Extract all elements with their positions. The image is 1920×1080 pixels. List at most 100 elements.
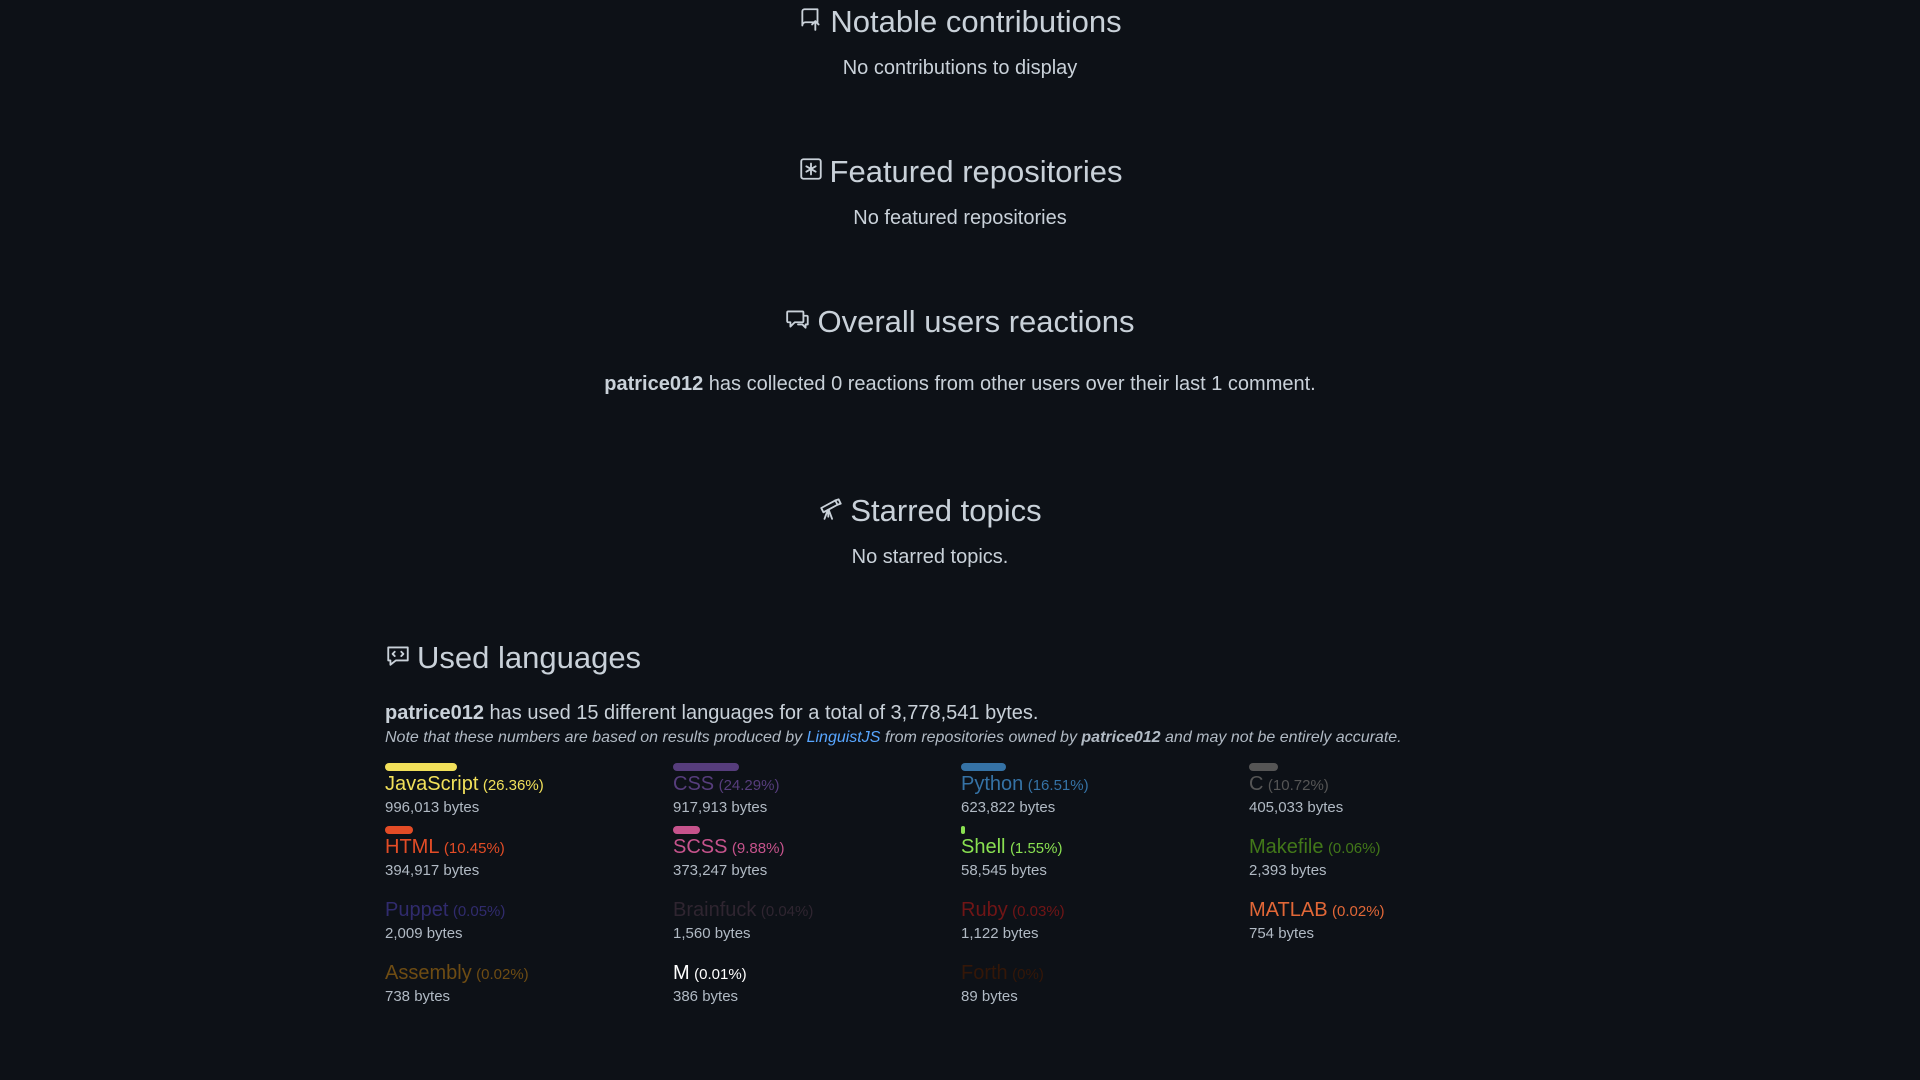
- languages-note: Note that these numbers are based on res…: [385, 729, 1535, 747]
- language-bytes: 754 bytes: [1249, 925, 1315, 942]
- language-item: Shell (1.55%) 58,545 bytes: [961, 826, 1249, 879]
- language-percent: (0.02%): [476, 966, 529, 983]
- used-languages-section: Used languages patrice012 has used 15 di…: [385, 640, 1537, 1005]
- language-bar: [961, 763, 1006, 771]
- language-bytes: 738 bytes: [385, 988, 451, 1005]
- language-percent: (10.72%): [1267, 777, 1329, 794]
- language-name: M: [673, 962, 690, 984]
- language-name: Forth: [961, 962, 1008, 984]
- language-bytes: 58,545 bytes: [961, 862, 1047, 879]
- language-item: SCSS (9.88%) 373,247 bytes: [673, 826, 961, 879]
- language-bar: [1249, 763, 1278, 771]
- notable-contributions-title: Notable contributions: [830, 4, 1122, 39]
- used-languages-heading: Used languages: [385, 640, 1535, 676]
- starred-topics-heading: Starred topics: [818, 493, 1042, 528]
- language-percent: (26.36%): [482, 777, 544, 794]
- code-square-icon: [385, 640, 411, 676]
- note-prefix: Note that these numbers are based on res…: [385, 729, 807, 746]
- star-box-icon: [798, 156, 824, 187]
- language-name: Shell: [961, 836, 1006, 858]
- reactions-description: has collected 0 reactions from other use…: [703, 373, 1316, 395]
- language-bytes: 386 bytes: [673, 988, 739, 1005]
- reactions-title: Overall users reactions: [817, 304, 1135, 339]
- language-percent: (0.06%): [1327, 840, 1381, 857]
- language-percent: (10.45%): [443, 840, 505, 857]
- telescope-icon: [818, 495, 844, 526]
- language-item: CSS (24.29%) 917,913 bytes: [673, 763, 961, 816]
- language-percent: (0.05%): [452, 903, 506, 920]
- language-item: HTML (10.45%) 394,917 bytes: [385, 826, 673, 879]
- language-name: Ruby: [961, 899, 1008, 921]
- language-bar: [385, 826, 413, 834]
- language-percent: (0%): [1012, 966, 1044, 983]
- note-username: patrice012: [1081, 729, 1161, 746]
- language-name: Python: [961, 773, 1024, 795]
- reactions-text: patrice012 has collected 0 reactions fro…: [0, 373, 1920, 396]
- language-bytes: 1,560 bytes: [673, 925, 751, 942]
- featured-repositories-empty: No featured repositories: [853, 207, 1067, 229]
- language-item: Brainfuck (0.04%) 1,560 bytes: [673, 889, 961, 942]
- note-suffix: and may not be entirely accurate.: [1160, 729, 1402, 746]
- language-percent: (24.29%): [718, 777, 780, 794]
- reactions-section: Overall users reactions patrice012 has c…: [0, 306, 1920, 396]
- reactions-username: patrice012: [604, 373, 704, 395]
- featured-repositories-section: Featured repositories No featured reposi…: [0, 156, 1920, 230]
- language-bar: [673, 763, 739, 771]
- language-bytes: 405,033 bytes: [1249, 799, 1344, 816]
- language-item: MATLAB (0.02%) 754 bytes: [1249, 889, 1537, 942]
- language-bar: [961, 826, 965, 834]
- language-percent: (1.55%): [1009, 840, 1063, 857]
- language-name: CSS: [673, 773, 715, 795]
- language-item: Ruby (0.03%) 1,122 bytes: [961, 889, 1249, 942]
- featured-repositories-title: Featured repositories: [829, 154, 1123, 189]
- language-bytes: 394,917 bytes: [385, 862, 480, 879]
- starred-topics-section: Starred topics No starred topics.: [0, 495, 1860, 569]
- language-percent: (16.51%): [1027, 777, 1089, 794]
- starred-topics-title: Starred topics: [850, 493, 1042, 528]
- language-bytes: 917,913 bytes: [673, 799, 768, 816]
- language-percent: (0.04%): [760, 903, 814, 920]
- used-languages-title: Used languages: [417, 640, 642, 675]
- language-item: M (0.01%) 386 bytes: [673, 952, 961, 1005]
- language-percent: (0.03%): [1012, 903, 1065, 920]
- repo-push-icon: [798, 6, 824, 37]
- language-percent: (0.02%): [1332, 903, 1385, 920]
- language-name: Puppet: [385, 899, 449, 921]
- languages-summary: patrice012 has used 15 different languag…: [385, 702, 1535, 725]
- featured-repositories-heading: Featured repositories: [798, 154, 1123, 189]
- language-percent: (0.01%): [694, 966, 747, 983]
- language-bar: [385, 763, 457, 771]
- notable-contributions-empty: No contributions to display: [842, 57, 1078, 79]
- language-bytes: 89 bytes: [961, 988, 1018, 1005]
- languages-username: patrice012: [385, 702, 484, 724]
- language-name: Brainfuck: [673, 899, 757, 921]
- language-name: JavaScript: [385, 773, 479, 795]
- notable-contributions-heading: Notable contributions: [798, 4, 1122, 39]
- language-percent: (9.88%): [731, 840, 785, 857]
- language-bytes: 2,393 bytes: [1249, 862, 1327, 879]
- language-item: Python (16.51%) 623,822 bytes: [961, 763, 1249, 816]
- language-item: Assembly (0.02%) 738 bytes: [385, 952, 673, 1005]
- language-name: SCSS: [673, 836, 728, 858]
- language-name: Makefile: [1249, 836, 1324, 858]
- language-name: HTML: [385, 836, 440, 858]
- note-middle: from repositories owned by: [880, 729, 1082, 746]
- reactions-heading: Overall users reactions: [785, 304, 1135, 339]
- language-bytes: 1,122 bytes: [961, 925, 1039, 942]
- notable-contributions-section: Notable contributions No contributions t…: [0, 6, 1920, 80]
- languages-summary-text: has used 15 different languages for a to…: [483, 702, 1039, 724]
- language-bytes: 996,013 bytes: [385, 799, 480, 816]
- languages-grid: JavaScript (26.36%) 996,013 bytes CSS (24…: [385, 763, 1537, 1005]
- language-name: MATLAB: [1249, 899, 1328, 921]
- linguistjs-link[interactable]: LinguistJS: [807, 729, 881, 746]
- language-name: C: [1249, 773, 1264, 795]
- language-item: Forth (0%) 89 bytes: [961, 952, 1249, 1005]
- language-name: Assembly: [385, 962, 472, 984]
- metrics-page: Notable contributions No contributions t…: [0, 0, 1920, 1080]
- language-bar: [673, 826, 700, 834]
- language-bytes: 373,247 bytes: [673, 862, 768, 879]
- language-item: Puppet (0.05%) 2,009 bytes: [385, 889, 673, 942]
- language-bytes: 623,822 bytes: [961, 799, 1056, 816]
- language-item: C (10.72%) 405,033 bytes: [1249, 763, 1537, 816]
- language-bytes: 2,009 bytes: [385, 925, 463, 942]
